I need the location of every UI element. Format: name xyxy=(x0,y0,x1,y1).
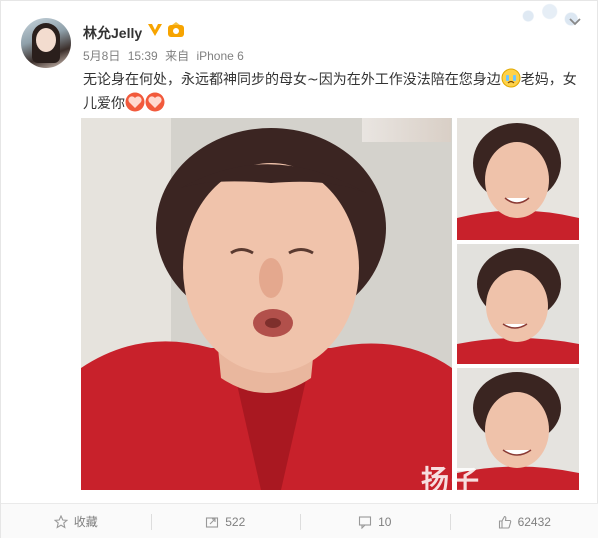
post-time[interactable]: 15:39 xyxy=(128,49,158,63)
side-photo-2-image xyxy=(457,244,579,364)
side-photo-1-image xyxy=(457,118,579,240)
favorite-button[interactable]: 收藏 xyxy=(1,504,151,538)
watermark: 扬子 xyxy=(421,464,482,497)
main-photo[interactable] xyxy=(81,118,452,490)
post-meta: 5月8日 15:39 来自 iPhone 6 xyxy=(83,47,248,64)
favorite-label: 收藏 xyxy=(73,515,98,529)
weibo-post-card: 林允Jelly 5月8日 15:39 来自 iPhone 6 无论身在何处，永远… xyxy=(0,0,598,538)
post-source[interactable]: iPhone 6 xyxy=(196,49,243,63)
post-date[interactable]: 5月8日 xyxy=(83,49,120,63)
repost-button[interactable]: 522 xyxy=(150,504,301,538)
action-bar: 收藏 522 10 62432 xyxy=(1,503,598,538)
source-prefix: 来自 xyxy=(165,49,190,63)
verified-icon xyxy=(148,24,162,36)
heart-icon xyxy=(125,92,145,112)
main-photo-inset xyxy=(362,118,451,142)
heart-icon xyxy=(145,92,165,112)
comment-button[interactable]: 10 xyxy=(300,504,450,538)
avatar-face xyxy=(36,28,56,52)
username[interactable]: 林允Jelly xyxy=(83,23,142,43)
side-photo-1[interactable] xyxy=(457,118,579,240)
side-photo-2[interactable] xyxy=(457,244,579,364)
repost-count: 522 xyxy=(225,514,246,529)
thumbs-up-icon xyxy=(498,515,511,529)
main-photo-image xyxy=(81,118,452,490)
like-count: 62432 xyxy=(517,514,551,529)
like-button[interactable]: 62432 xyxy=(449,504,598,538)
corner-decoration xyxy=(511,1,597,31)
chevron-down-icon[interactable] xyxy=(567,13,583,29)
repost-icon xyxy=(206,516,219,528)
star-icon xyxy=(53,514,68,529)
crying-face-icon xyxy=(501,68,521,88)
vip-badge-icon[interactable] xyxy=(167,22,185,38)
comment-icon xyxy=(359,515,372,529)
comment-count: 10 xyxy=(378,514,392,529)
avatar[interactable] xyxy=(21,18,71,68)
post-text: 无论身在何处，永远都神同步的母女~因为在外工作没法陪在您身边 老妈，女儿爱你 xyxy=(83,68,583,116)
post-text-part1: 无论身在何处，永远都神同步的母女~因为在外工作没法陪在您身边 xyxy=(83,72,501,88)
